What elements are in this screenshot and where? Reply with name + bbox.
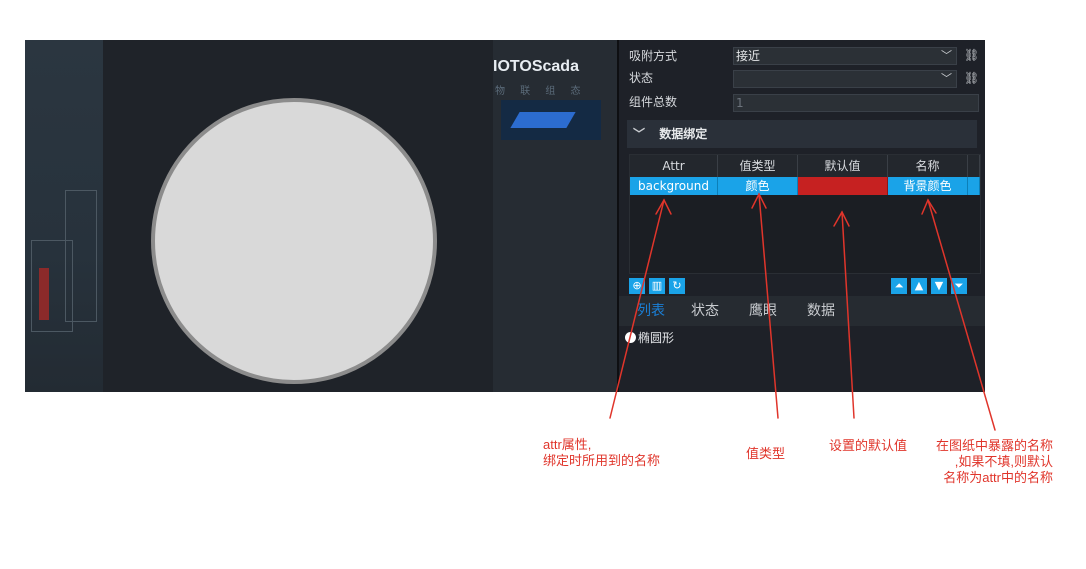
annotation-default: 设置的默认值 — [829, 438, 908, 453]
annotation-attr: attr属性, 绑定时所用到的名称 — [543, 437, 660, 469]
arrow-head-name — [921, 198, 937, 215]
annotation-type: 值类型 — [746, 446, 786, 461]
annotation-name: 在图纸中暴露的名称 ,如果不填,则默认 名称为attr中的名称 — [936, 438, 1053, 486]
annotation-name-line2: ,如果不填,则默认 — [954, 454, 1054, 469]
annotation-arrows — [609, 192, 996, 431]
arrow-line-name — [927, 199, 996, 431]
arrow-head-default — [833, 210, 850, 227]
arrow-line-attr — [609, 199, 665, 419]
arrow-head-attr — [655, 198, 672, 215]
annotation-name-line3: 名称为attr中的名称 — [943, 470, 1054, 485]
annotation-attr-line2: 绑定时所用到的名称 — [543, 453, 661, 468]
arrow-line-default — [841, 211, 855, 419]
annotation-attr-line1: attr属性, — [543, 437, 592, 452]
annotation-name-line1: 在图纸中暴露的名称 — [936, 438, 1054, 453]
arrow-line-type — [758, 193, 779, 419]
